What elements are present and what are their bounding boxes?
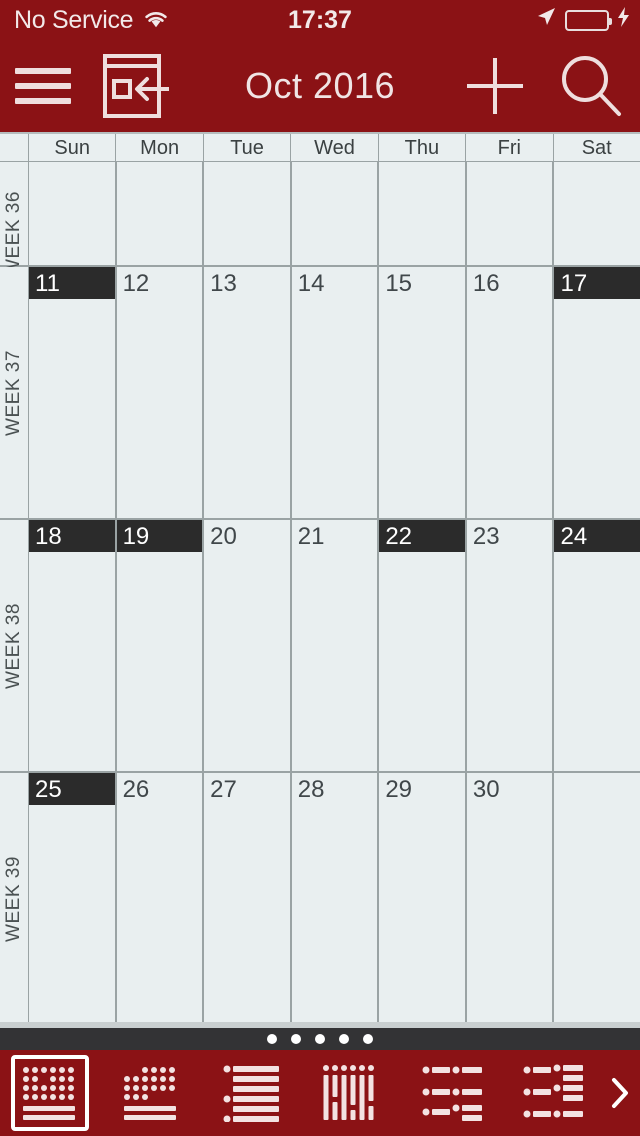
list-lines-view-icon[interactable]	[201, 1050, 302, 1136]
week-number-text: WEEK 36	[3, 191, 24, 278]
day-number: 21	[297, 523, 325, 550]
day-number: 12	[122, 270, 150, 297]
day-cell[interactable]: 24	[554, 520, 640, 771]
nav-bar-right	[450, 40, 640, 132]
status-bar-right	[535, 6, 630, 35]
chevron-right-icon[interactable]	[604, 1076, 640, 1110]
day-cell[interactable]: 18	[29, 520, 117, 771]
day-number: 27	[210, 776, 237, 803]
weekday-header-wed: Wed	[291, 134, 379, 161]
page-dot	[339, 1034, 349, 1044]
day-cell[interactable]	[204, 162, 292, 265]
day-cell[interactable]: 21	[291, 520, 380, 771]
day-cell[interactable]: 22	[379, 520, 467, 771]
day-number: 23	[472, 523, 500, 550]
battery-icon	[565, 9, 612, 31]
two-column-detail-view-icon[interactable]	[503, 1050, 604, 1136]
status-bar: No Service 17:37	[0, 0, 640, 40]
week-number-label: WEEK 39	[0, 773, 29, 1025]
page-dot	[267, 1034, 277, 1044]
week-number-text: WEEK 38	[3, 602, 24, 689]
day-cell[interactable]	[554, 162, 640, 265]
day-cell[interactable]	[379, 162, 467, 265]
day-number: 22	[379, 520, 465, 552]
table-row: WEEK 36	[0, 162, 640, 277]
day-cell[interactable]: 16	[466, 267, 555, 518]
day-cell[interactable]: 11	[29, 267, 117, 518]
day-cell[interactable]: 14	[291, 267, 380, 518]
page-dot	[315, 1034, 325, 1044]
day-number: 16	[472, 270, 500, 297]
day-cell[interactable]: 30	[466, 773, 555, 1025]
week-columns-view-icon[interactable]	[302, 1050, 403, 1136]
month-grid-view-icon[interactable]	[0, 1050, 101, 1136]
day-cell[interactable]: 28	[291, 773, 380, 1025]
day-number: 15	[385, 270, 413, 297]
weekday-header-tue: Tue	[204, 134, 292, 161]
day-number: 29	[385, 776, 413, 803]
week-number-label: WEEK 37	[0, 267, 29, 518]
day-number: 28	[297, 776, 325, 803]
day-number: 11	[29, 267, 115, 299]
location-arrow-icon	[535, 6, 557, 35]
page-dot	[291, 1034, 301, 1044]
day-cell[interactable]: 12	[116, 267, 205, 518]
day-cell[interactable]: 27	[204, 773, 292, 1025]
week-number-label: WEEK 38	[0, 520, 29, 771]
weekday-header-thu: Thu	[379, 134, 467, 161]
table-row: WEEK 39 25 26 27 28 29 30	[0, 773, 640, 1025]
search-icon[interactable]	[540, 40, 640, 132]
view-mode-toolbar	[0, 1050, 640, 1136]
table-row: WEEK 38 18 19 20 21 22 23 24	[0, 520, 640, 773]
day-cell[interactable]: 17	[554, 267, 640, 518]
day-cell[interactable]: 25	[29, 773, 117, 1025]
day-cell[interactable]: 29	[379, 773, 467, 1025]
weekday-header-fri: Fri	[466, 134, 554, 161]
app-root: No Service 17:37 Oct 2016 Sun Mon Tue We…	[0, 0, 640, 1136]
multi-week-view-icon[interactable]	[101, 1050, 202, 1136]
day-cell[interactable]	[291, 162, 380, 265]
navigation-bar: Oct 2016	[0, 40, 640, 132]
page-indicator[interactable]	[0, 1022, 640, 1050]
day-cell[interactable]	[29, 162, 117, 265]
two-column-agenda-view-icon[interactable]	[403, 1050, 504, 1136]
day-number: 24	[554, 520, 640, 552]
day-number: 14	[297, 270, 325, 297]
calendar-week-rows: WEEK 36 WEEK 37 11 12 13 14 15 16 17 WEE…	[0, 162, 640, 1025]
weekday-header-sun: Sun	[29, 134, 117, 161]
day-cell[interactable]	[554, 773, 640, 1025]
day-cell[interactable]: 15	[379, 267, 467, 518]
day-cell[interactable]: 13	[204, 267, 292, 518]
day-cell[interactable]: 23	[466, 520, 555, 771]
week-number-text: WEEK 37	[3, 349, 24, 436]
weekday-header-mon: Mon	[116, 134, 204, 161]
day-number: 19	[116, 520, 203, 552]
day-cell[interactable]: 26	[116, 773, 205, 1025]
weekday-header-spacer	[0, 134, 29, 161]
day-number: 13	[210, 270, 237, 297]
weekday-header-sat: Sat	[581, 137, 612, 159]
day-number: 30	[472, 776, 500, 803]
week-number-label: WEEK 36	[0, 162, 29, 277]
table-row: WEEK 37 11 12 13 14 15 16 17	[0, 267, 640, 520]
plus-icon[interactable]	[450, 40, 540, 132]
day-number: 20	[210, 523, 237, 550]
charging-bolt-icon	[617, 6, 630, 35]
page-dot	[363, 1034, 373, 1044]
calendar-grid: Sun Mon Tue Wed Thu Fri Sat WEEK 36 WEEK…	[0, 132, 640, 1025]
day-cell[interactable]: 20	[204, 520, 292, 771]
day-cell[interactable]	[466, 162, 555, 265]
day-cell[interactable]	[116, 162, 205, 265]
day-cell[interactable]: 19	[116, 520, 205, 771]
day-number: 17	[554, 267, 640, 299]
week-number-text: WEEK 39	[3, 856, 24, 942]
day-number: 26	[122, 776, 150, 803]
day-number: 25	[29, 773, 115, 805]
day-number: 18	[29, 520, 115, 552]
weekday-header-row: Sun Mon Tue Wed Thu Fri Sat	[0, 134, 640, 162]
